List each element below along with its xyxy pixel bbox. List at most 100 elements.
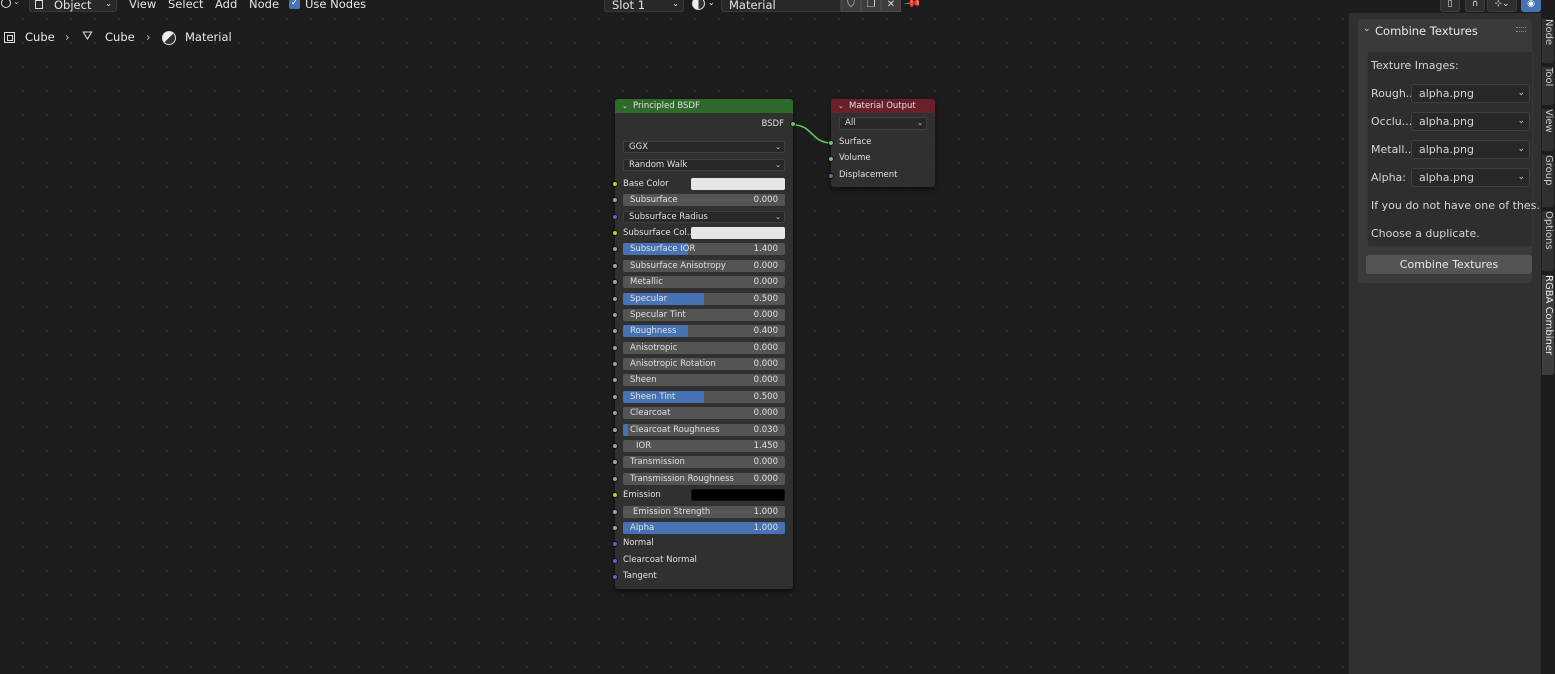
input-socket[interactable] (612, 197, 618, 203)
bsdf-slider[interactable]: Specular 0.500 (623, 293, 785, 305)
menu-node[interactable]: Node (249, 0, 279, 11)
emission-strength-slider[interactable]: Emission Strength 1.000 (623, 506, 785, 518)
input-socket[interactable] (828, 156, 834, 162)
chevron-down-icon[interactable]: ⌄ (622, 99, 628, 113)
tangent-label: Tangent (623, 571, 657, 581)
bsdf-slider[interactable]: Subsurface Anisotropy 0.000 (623, 260, 785, 272)
slider-value: 1.450 (753, 441, 778, 451)
input-socket[interactable] (612, 230, 618, 236)
input-socket[interactable] (612, 459, 618, 465)
bsdf-slider[interactable]: Clearcoat Roughness 0.030 (623, 424, 785, 436)
output-socket[interactable] (790, 121, 796, 127)
slider-value: 0.000 (753, 310, 778, 320)
pin-icon[interactable]: 📌 (903, 0, 922, 13)
input-socket[interactable] (612, 558, 618, 564)
slider-label: Specular Tint (630, 310, 686, 320)
snap-target-icon[interactable]: ⊹⌄ (1487, 0, 1517, 12)
input-socket[interactable] (612, 377, 618, 383)
input-socket[interactable] (612, 246, 618, 252)
input-socket[interactable] (612, 328, 618, 334)
bsdf-slider[interactable]: IOR 1.450 (623, 440, 785, 452)
distribution-dropdown[interactable]: GGX ⌄ (623, 141, 785, 153)
magnet-icon[interactable]: ∩ (1465, 0, 1485, 12)
subsurface-color-swatch[interactable] (691, 227, 785, 239)
bsdf-slider[interactable]: Transmission 0.000 (623, 456, 785, 468)
material-name-field[interactable]: Material (721, 0, 841, 12)
emission-color-swatch[interactable] (691, 489, 785, 501)
input-socket[interactable] (612, 345, 618, 351)
drag-handle-icon[interactable] (1516, 27, 1526, 32)
base-color-swatch[interactable] (691, 178, 785, 190)
bsdf-slider-row: Clearcoat Roughness 0.030 (623, 424, 785, 436)
input-socket[interactable] (612, 296, 618, 302)
snap-icon[interactable]: ▯ (1440, 0, 1460, 12)
menu-view[interactable]: View (129, 0, 156, 11)
slot-dropdown[interactable]: Slot 1 ⌄ (604, 0, 684, 12)
bsdf-slider[interactable]: Sheen 0.000 (623, 374, 785, 386)
input-socket[interactable] (612, 525, 618, 531)
editor-type-button[interactable]: ⌄ (1, 0, 23, 11)
input-socket[interactable] (612, 443, 618, 449)
close-icon[interactable]: ✕ (881, 0, 901, 12)
duplicate-icon[interactable]: ❐ (861, 0, 881, 12)
tab-options[interactable]: Options (1542, 211, 1554, 271)
input-socket[interactable] (612, 476, 618, 482)
bsdf-slider[interactable]: Subsurface IOR 1.400 (623, 243, 785, 255)
chevron-down-icon[interactable]: ⌄ (1363, 24, 1371, 34)
breadcrumb-object: Cube (25, 30, 55, 44)
material-browse-button[interactable]: ⌄ (692, 0, 720, 12)
node-header[interactable]: ⌄ Principled BSDF (615, 99, 793, 113)
input-socket[interactable] (612, 361, 618, 367)
bsdf-slider[interactable]: Specular Tint 0.000 (623, 309, 785, 321)
slider-value: 1.000 (753, 507, 778, 517)
target-dropdown[interactable]: All ⌄ (839, 117, 927, 130)
input-socket[interactable] (612, 214, 618, 220)
bsdf-slider[interactable]: Roughness 0.400 (623, 325, 785, 337)
input-socket[interactable] (828, 173, 834, 179)
bsdf-slider[interactable]: Clearcoat 0.000 (623, 407, 785, 419)
menu-add[interactable]: Add (215, 0, 237, 11)
node-header[interactable]: ⌄ Material Output (831, 99, 935, 113)
overlay-icon[interactable]: ◉ (1521, 0, 1541, 12)
input-socket[interactable] (612, 509, 618, 515)
input-socket[interactable] (612, 279, 618, 285)
mode-dropdown[interactable]: Object ⌄ (29, 0, 117, 12)
input-socket[interactable] (612, 394, 618, 400)
use-nodes-checkbox[interactable]: ✓ (289, 0, 300, 9)
input-socket[interactable] (828, 140, 834, 146)
object-icon (4, 32, 15, 43)
texture-image-dropdown[interactable]: alpha.png ⌄ (1411, 168, 1530, 187)
tab-rgba-combiner[interactable]: RGBA Combiner (1542, 275, 1554, 375)
material-output-node[interactable]: ⌄ Material Output All ⌄ Surface Volume D… (828, 99, 935, 187)
tab-node[interactable]: Node (1542, 19, 1554, 63)
menu-select[interactable]: Select (168, 0, 203, 11)
principled-bsdf-node[interactable]: ⌄ Principled BSDF BSDF GGX ⌄ Random Walk… (612, 99, 796, 589)
input-socket[interactable] (612, 181, 618, 187)
subsurface-radius-dropdown[interactable]: Subsurface Radius ⌄ (623, 211, 785, 223)
texture-image-dropdown[interactable]: alpha.png ⌄ (1411, 112, 1530, 131)
fake-user-shield-icon[interactable]: ⛉ (841, 0, 861, 12)
input-socket[interactable] (612, 541, 618, 547)
input-socket[interactable] (612, 312, 618, 318)
input-socket[interactable] (612, 263, 618, 269)
input-socket[interactable] (612, 492, 618, 498)
input-socket[interactable] (612, 427, 618, 433)
combine-textures-button[interactable]: Combine Textures (1366, 255, 1532, 274)
texture-image-dropdown[interactable]: alpha.png ⌄ (1411, 140, 1530, 159)
chevron-down-icon[interactable]: ⌄ (838, 99, 844, 113)
tab-view[interactable]: View (1542, 109, 1554, 151)
input-socket[interactable] (612, 574, 618, 580)
alpha-slider[interactable]: Alpha 1.000 (623, 522, 785, 534)
bsdf-slider[interactable]: Sheen Tint 0.500 (623, 391, 785, 403)
input-socket[interactable] (612, 410, 618, 416)
subsurface-method-dropdown[interactable]: Random Walk ⌄ (623, 159, 785, 171)
bsdf-slider[interactable]: Metallic 0.000 (623, 276, 785, 288)
tab-tool[interactable]: Tool (1542, 67, 1554, 105)
bsdf-slider[interactable]: Anisotropic Rotation 0.000 (623, 358, 785, 370)
panel-title[interactable]: Combine Textures (1375, 24, 1478, 38)
subsurface-slider[interactable]: Subsurface 0.000 (623, 194, 785, 206)
tab-group[interactable]: Group (1542, 155, 1554, 207)
bsdf-slider[interactable]: Anisotropic 0.000 (623, 342, 785, 354)
texture-image-dropdown[interactable]: alpha.png ⌄ (1411, 84, 1530, 103)
bsdf-slider[interactable]: Transmission Roughness 0.000 (623, 473, 785, 485)
